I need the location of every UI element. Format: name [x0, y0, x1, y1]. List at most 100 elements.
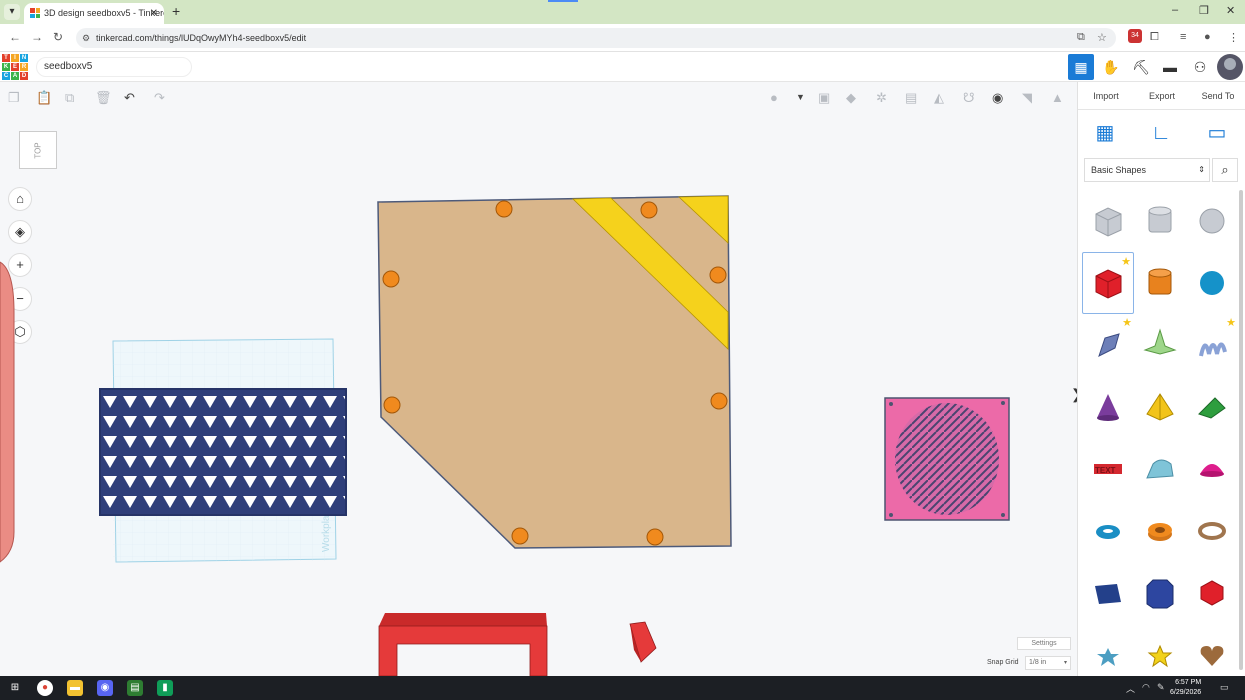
- shape-tube[interactable]: [1134, 500, 1186, 562]
- shape-ring[interactable]: [1186, 500, 1238, 562]
- tinkercad-logo[interactable]: TIN KER CAD: [2, 54, 28, 80]
- chrome-menu-icon[interactable]: ⋮: [1228, 31, 1239, 44]
- light-dropdown-chevron-icon[interactable]: ▼: [796, 92, 805, 102]
- projects-briefcase-icon[interactable]: ▬: [1157, 54, 1183, 80]
- shape-cone[interactable]: [1082, 376, 1134, 438]
- workplane-grid-icon[interactable]: ▦: [1092, 120, 1118, 146]
- browser-tab[interactable]: 3D design seedboxv5 - Tinkercad ✕: [24, 3, 164, 24]
- shape-icosahedron[interactable]: [1186, 562, 1238, 624]
- shape-grid: ★ ★ ★ TEXT: [1082, 190, 1238, 686]
- shape-library-select[interactable]: Basic Shapes ⇕: [1084, 158, 1210, 182]
- file-explorer-icon[interactable]: ▬: [67, 680, 83, 696]
- 3d-view-grid-icon[interactable]: ▦: [1068, 54, 1094, 80]
- shape-wedge[interactable]: [1082, 562, 1134, 624]
- sheets-app-icon[interactable]: ▤: [127, 680, 143, 696]
- mirror-icon[interactable]: ◭: [934, 90, 944, 106]
- profile-extension-icon[interactable]: ●: [1204, 31, 1211, 43]
- shape-box-hole[interactable]: [1082, 190, 1134, 252]
- shape-polygon[interactable]: [1134, 562, 1186, 624]
- add-user-icon[interactable]: ⚇: [1187, 54, 1213, 80]
- import-button[interactable]: Import: [1078, 82, 1134, 109]
- tab-strip-accent: [548, 0, 578, 2]
- notes-comment-icon[interactable]: ▭: [1204, 120, 1230, 146]
- pen-icon[interactable]: ✎: [1157, 682, 1165, 693]
- blocks-icon[interactable]: ✋: [1098, 54, 1124, 80]
- pink-fan-grill[interactable]: [884, 397, 1010, 521]
- clock-time: 6:57 PM: [1175, 679, 1202, 686]
- duplicate-icon[interactable]: ⧉: [65, 90, 74, 106]
- ungroup-icon[interactable]: ◆: [846, 90, 856, 106]
- panel-scrollbar[interactable]: [1239, 190, 1243, 670]
- shape-text[interactable]: TEXT: [1082, 438, 1134, 500]
- url-input[interactable]: ⚙ tinkercad.com/things/lUDqOwyMYh4-seedb…: [76, 28, 1116, 48]
- extension-badge[interactable]: 34: [1128, 29, 1142, 43]
- shape-half-sphere[interactable]: [1186, 438, 1238, 500]
- note-icon[interactable]: ◥: [1022, 90, 1032, 106]
- minimize-button[interactable]: –: [1172, 4, 1178, 16]
- reload-icon[interactable]: ↻: [53, 30, 63, 44]
- shape-round-roof[interactable]: [1134, 438, 1186, 500]
- site-info-icon[interactable]: ⚙: [82, 28, 90, 48]
- shape-torus[interactable]: [1082, 500, 1134, 562]
- bricks-pickaxe-icon[interactable]: ⛏: [1128, 54, 1154, 80]
- windows-start-icon[interactable]: ⊞: [7, 680, 23, 696]
- shape-generator[interactable]: [1134, 314, 1186, 376]
- small-red-block[interactable]: [629, 621, 657, 663]
- ruler-icon[interactable]: ∟: [1148, 120, 1174, 146]
- shape-text-3d[interactable]: ★: [1186, 314, 1238, 376]
- shape-pyramid[interactable]: [1134, 376, 1186, 438]
- light-bulb-icon[interactable]: ●: [770, 90, 778, 105]
- shape-sphere-hole[interactable]: [1186, 190, 1238, 252]
- undo-icon[interactable]: ↶: [124, 90, 135, 106]
- shape-roof[interactable]: [1186, 376, 1238, 438]
- back-arrow-icon[interactable]: ←: [9, 30, 21, 44]
- blue-lattice-panel[interactable]: [99, 388, 347, 516]
- tan-base-plate[interactable]: [377, 195, 732, 549]
- workplane-flag-icon[interactable]: ▲: [1051, 90, 1064, 105]
- tab-search-button[interactable]: ▾: [4, 4, 20, 20]
- shape-cylinder-hole[interactable]: [1134, 190, 1186, 252]
- address-bar-row: ← → ↻ ⚙ tinkercad.com/things/lUDqOwyMYh4…: [0, 24, 1245, 52]
- new-tab-button[interactable]: +: [172, 3, 180, 19]
- snap-grid-chevron-icon: ▾: [1063, 660, 1067, 666]
- extensions-icon[interactable]: ⧠: [1150, 31, 1159, 44]
- avatar[interactable]: [1217, 54, 1243, 80]
- tab-close-icon[interactable]: ✕: [150, 3, 158, 24]
- shape-box[interactable]: ★: [1082, 252, 1134, 314]
- edit-toolbar: ❐ 📋 ⧉ 🗑 ↶ ↷ ● ▼ ▣ ◆ ✲ ▤ ◭ ☋ ◉ ◥ ▲: [0, 82, 1077, 112]
- close-window-button[interactable]: ✕: [1226, 4, 1235, 17]
- snap-grid-select[interactable]: 1/8 in ▾: [1025, 656, 1071, 670]
- system-clock[interactable]: 6:57 PM 6/29/2026: [1170, 678, 1201, 698]
- group-icon[interactable]: ▣: [818, 90, 830, 106]
- mirror-plane-icon[interactable]: ☋: [963, 90, 975, 106]
- cruise-icon[interactable]: ✲: [876, 90, 887, 106]
- reading-list-icon[interactable]: ≡: [1180, 31, 1186, 43]
- red-frame[interactable]: [378, 613, 548, 676]
- workplane-canvas[interactable]: Workplane: [0, 112, 1077, 676]
- send-to-button[interactable]: Send To: [1190, 82, 1245, 109]
- notifications-icon[interactable]: ▭: [1220, 682, 1229, 693]
- bookmark-star-icon[interactable]: ☆: [1097, 31, 1107, 44]
- green-app-icon[interactable]: ▮: [157, 680, 173, 696]
- settings-button[interactable]: Settings: [1017, 637, 1071, 650]
- export-button[interactable]: Export: [1134, 82, 1190, 109]
- wifi-icon[interactable]: ◠: [1142, 682, 1150, 693]
- design-name-input[interactable]: seedboxv5: [36, 57, 192, 77]
- delete-trash-icon[interactable]: 🗑: [95, 90, 112, 106]
- discord-icon[interactable]: ◉: [97, 680, 113, 696]
- offscreen-red-shape[interactable]: [0, 261, 15, 563]
- ruler-view-icon[interactable]: ◉: [992, 90, 1003, 106]
- shape-sphere[interactable]: [1186, 252, 1238, 314]
- forward-arrow-icon[interactable]: →: [31, 30, 43, 44]
- shape-cylinder[interactable]: [1134, 252, 1186, 314]
- align-icon[interactable]: ▤: [905, 90, 917, 106]
- copy-icon[interactable]: ❐: [8, 90, 20, 106]
- paste-icon[interactable]: 📋: [36, 90, 52, 106]
- search-icon[interactable]: ⌕: [1212, 158, 1238, 182]
- shape-scribble[interactable]: ★: [1082, 314, 1134, 376]
- redo-icon[interactable]: ↷: [154, 90, 165, 106]
- maximize-button[interactable]: ❐: [1199, 4, 1209, 17]
- chrome-app-icon[interactable]: ●: [37, 680, 53, 696]
- install-app-icon[interactable]: ⧉: [1077, 31, 1085, 44]
- tray-chevron-icon[interactable]: ︿: [1126, 682, 1135, 695]
